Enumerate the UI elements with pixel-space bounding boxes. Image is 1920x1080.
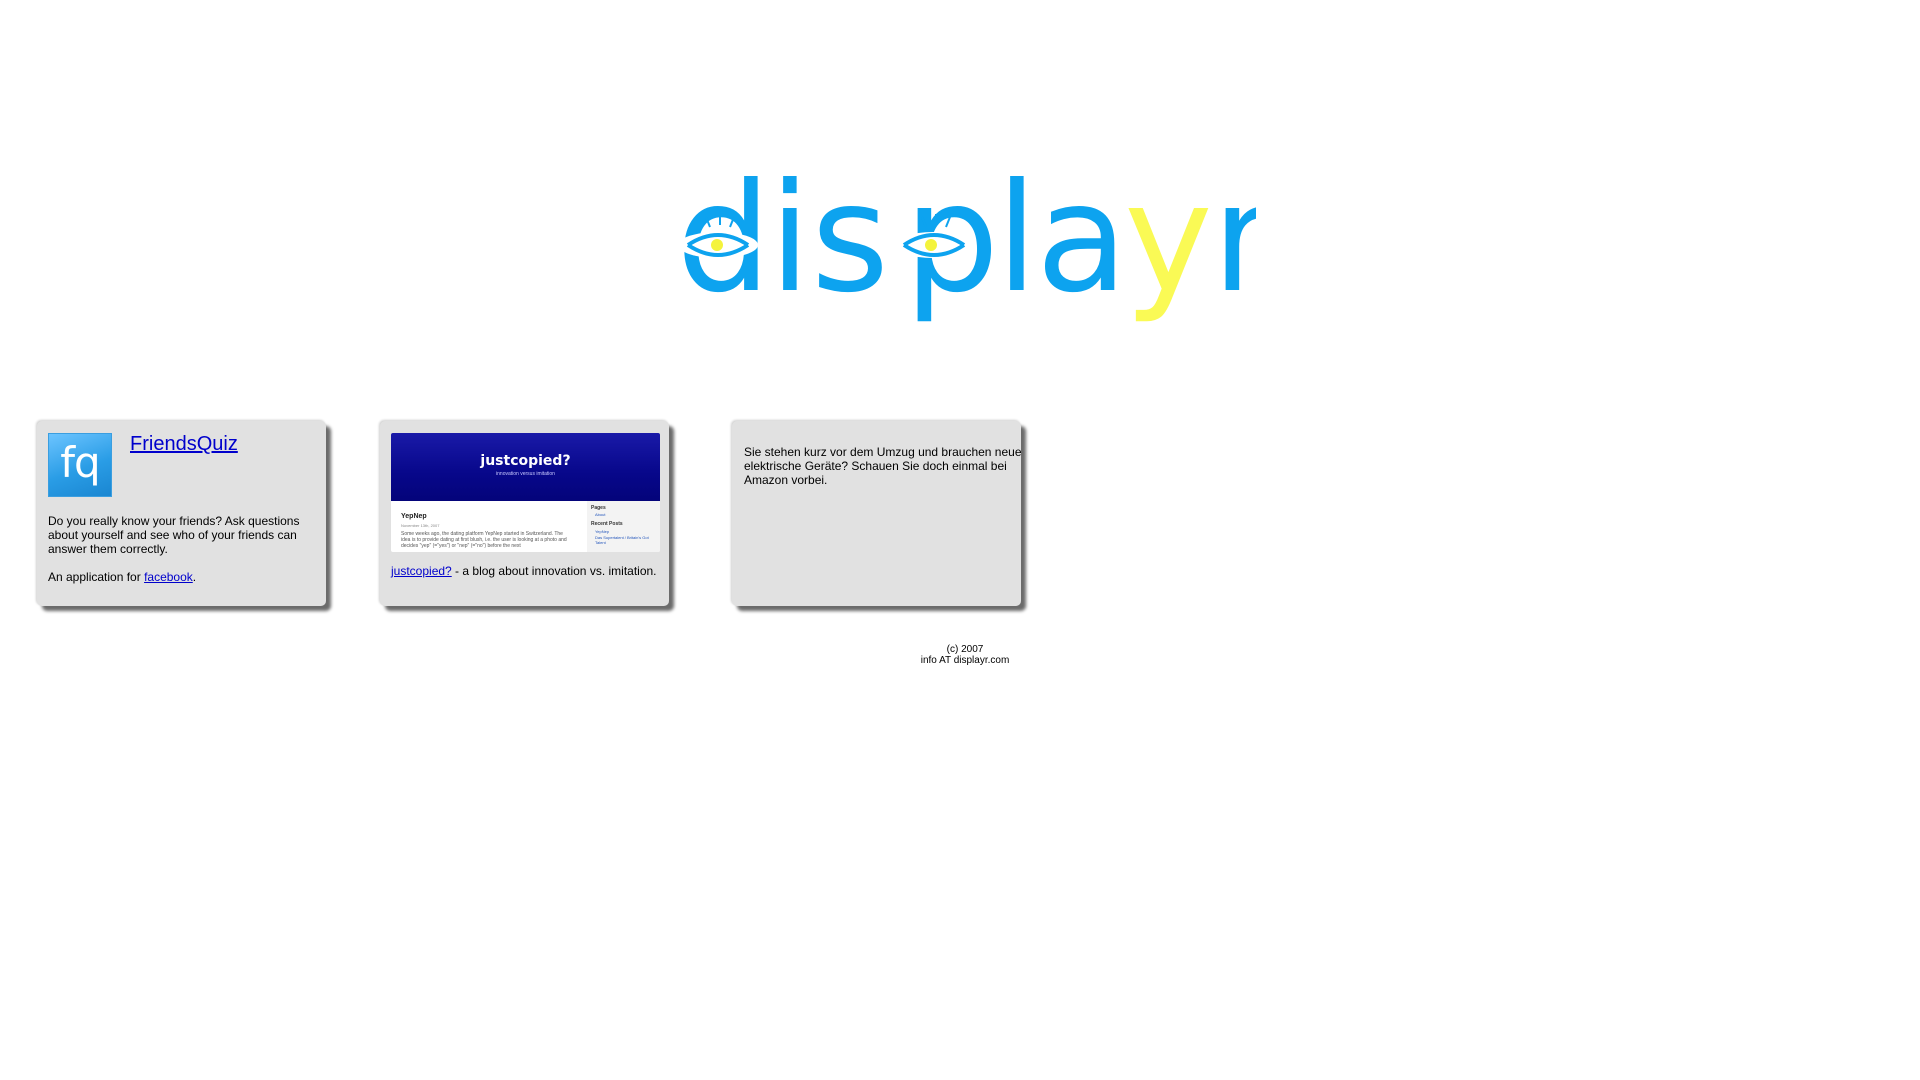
- screenshot-header-title: justcopied?: [480, 453, 571, 469]
- footer: (c) 2007 info AT displayr.com: [900, 644, 1030, 666]
- displayr-logo-graphic: d i s p l a y r: [676, 152, 1256, 326]
- screenshot-header: justcopied? innovation versus imitation: [391, 433, 660, 501]
- screenshot-sidebar-post-2: Das Supertalent / Britain's Got Talent: [595, 535, 649, 545]
- screenshot-sidebar-post-1: YepNep: [595, 529, 610, 534]
- footer-contact: info AT displayr.com: [920, 655, 1010, 666]
- screenshot-post-title: YepNep: [401, 513, 427, 520]
- friendsquiz-description: Do you really know your friends? Ask que…: [48, 514, 300, 556]
- screenshot-sidebar-recent-heading: Recent Posts: [591, 521, 623, 527]
- screenshot-sidebar-about: About: [595, 512, 606, 517]
- justcopied-caption-text: - a blog about innovation vs. imitation.: [451, 564, 657, 578]
- facebook-link[interactable]: facebook: [144, 570, 193, 584]
- logo-letter-i: i: [769, 152, 811, 326]
- page: d i s p l a y r: [0, 0, 1920, 1080]
- screenshot-sidebar: Pages About Recent Posts YepNep Das Supe…: [587, 501, 660, 552]
- amazon-text: Sie stehen kurz vor dem Umzug und brauch…: [744, 445, 1022, 487]
- justcopied-caption: justcopied? - a blog about innovation vs…: [391, 564, 657, 578]
- logo-letter-a: a: [1036, 152, 1128, 326]
- screenshot-post-date: November 13th, 2007: [401, 523, 440, 528]
- friendsquiz-logo-icon[interactable]: fq: [48, 433, 112, 497]
- logo-letter-s: s: [811, 152, 889, 326]
- footer-copyright: (c) 2007: [946, 644, 984, 655]
- logo-letter-y: y: [1124, 152, 1213, 326]
- justcopied-card: justcopied? innovation versus imitation …: [380, 421, 669, 606]
- app-prefix-text: An application for: [48, 570, 145, 584]
- friendsquiz-card: fq FriendsQuiz Do you really know your f…: [37, 421, 326, 606]
- screenshot-post-body: Some weeks ago, the dating platform YepN…: [401, 531, 567, 549]
- justcopied-screenshot[interactable]: justcopied? innovation versus imitation …: [391, 433, 660, 552]
- logo-letter-r: r: [1212, 152, 1256, 326]
- friendsquiz-title-link[interactable]: FriendsQuiz: [130, 433, 238, 456]
- amazon-card: Sie stehen kurz vor dem Umzug und brauch…: [732, 421, 1022, 606]
- screenshot-header-subtitle: innovation versus imitation: [496, 471, 555, 477]
- justcopied-link[interactable]: justcopied?: [391, 564, 452, 578]
- displayr-logo: d i s p l a y r: [676, 145, 1256, 335]
- screenshot-sidebar-pages-heading: Pages: [591, 505, 606, 511]
- logo-letter-l: l: [996, 152, 1038, 326]
- app-suffix-text: .: [192, 570, 197, 584]
- friendsquiz-app-line: An application for facebook.: [48, 570, 196, 584]
